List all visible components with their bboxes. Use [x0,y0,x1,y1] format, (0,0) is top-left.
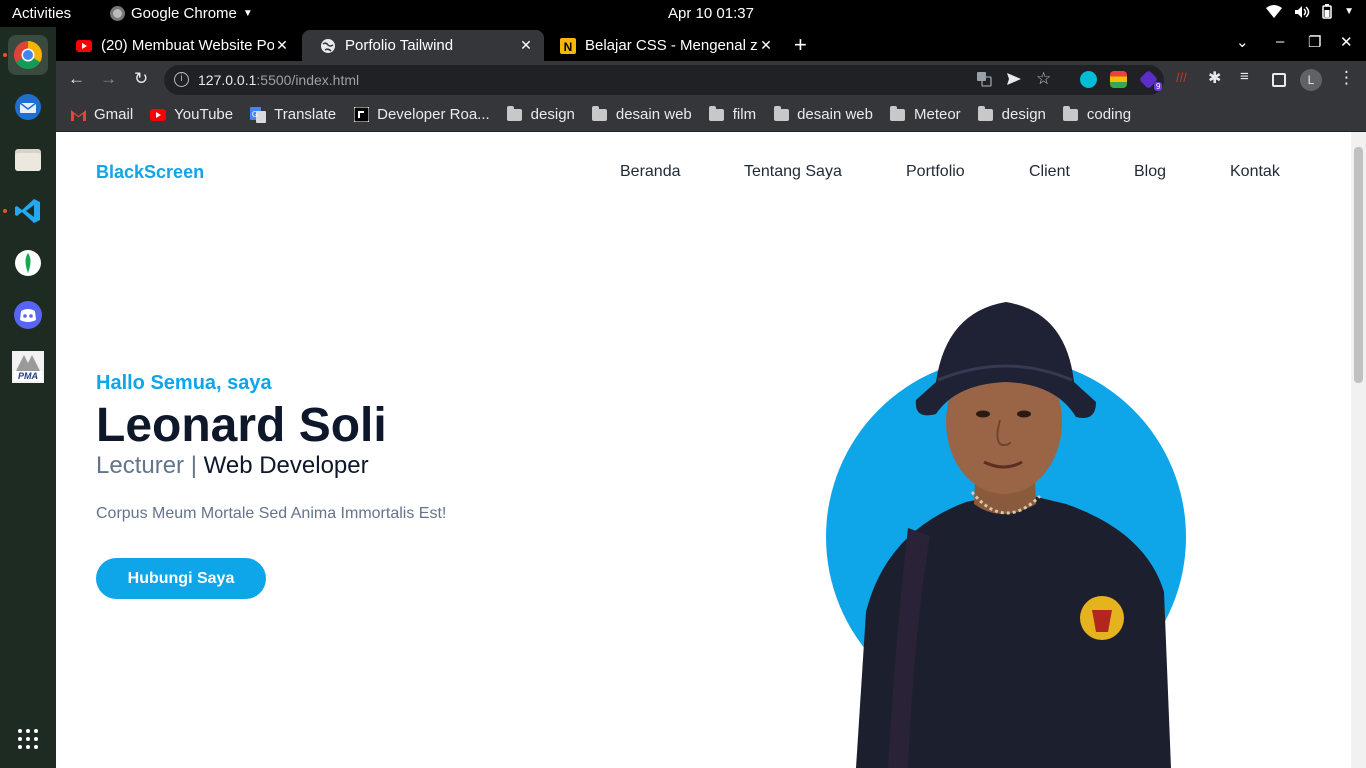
nav-tentang-saya[interactable]: Tentang Saya [744,163,842,181]
maximize-icon[interactable]: ❐ [1308,33,1321,51]
volume-icon [1295,5,1310,18]
youtube-icon [150,107,167,123]
tab-portfolio[interactable]: Porfolio Tailwind ✕ [302,30,544,61]
tab-title: Belajar CSS - Mengenal z-index [585,37,758,54]
tab-title: (20) Membuat Website Portfolio [101,37,274,54]
system-tray[interactable]: ▼ [1266,4,1354,19]
extension-badge-count: 9 [1154,82,1163,91]
bookmark-star-icon[interactable]: ☆ [1036,69,1051,89]
tab-title: Porfolio Tailwind [345,37,454,54]
translate-icon: G [250,106,267,123]
tab-search-chevron-icon[interactable]: ⌄ [1236,33,1249,51]
more-menu-icon[interactable]: ⋮ [1338,68,1355,88]
wifi-icon [1266,4,1283,18]
folder-icon [709,105,725,123]
gmail-icon [70,107,86,123]
globe-icon [320,38,336,54]
svg-text:G: G [252,110,258,119]
bookmark-youtube[interactable]: YouTube [150,106,233,123]
url-text[interactable]: 127.0.0.1:5500/index.html [198,72,359,88]
thunderbird-icon[interactable] [8,87,48,127]
extension-red-icon[interactable]: /// [1176,70,1193,87]
back-arrow-icon[interactable]: ← [68,69,85,89]
dock: PMA [0,27,56,768]
contact-button[interactable]: Hubungi Saya [96,558,266,599]
hero-greeting: Hallo Semua, saya [96,372,272,394]
window-close-icon[interactable]: ✕ [1340,33,1353,51]
scrollbar-thumb[interactable] [1354,147,1363,383]
tab-css[interactable]: N Belajar CSS - Mengenal z-index ✕ [542,30,784,61]
page-scrollbar[interactable] [1351,132,1366,768]
folder-icon [978,105,994,123]
profile-avatar[interactable]: L [1300,69,1322,91]
hero-role: Lecturer | Web Developer [96,452,369,479]
phpmyadmin-icon[interactable]: PMA [8,347,48,387]
folder-icon [507,105,523,123]
close-icon[interactable]: ✕ [518,37,534,54]
folder-icon [890,105,906,123]
hero-name: Leonard Soli [96,399,387,452]
nav-client[interactable]: Client [1029,163,1070,181]
mongodb-icon[interactable] [8,243,48,283]
system-top-bar: Activities Google Chrome ▼ Apr 10 01:37 … [0,0,1366,27]
roadmap-icon [353,107,369,123]
nav-blog[interactable]: Blog [1134,163,1166,181]
extensions-puzzle-icon[interactable]: ✱ [1208,68,1225,87]
new-tab-plus-icon[interactable]: + [794,32,807,58]
bookmark-gmail[interactable]: Gmail [70,106,133,123]
vscode-icon[interactable] [8,191,48,231]
tab-strip: (20) Membuat Website Portfolio ✕ Porfoli… [56,27,1366,61]
discord-icon[interactable] [8,295,48,335]
bookmark-folder-meteor[interactable]: Meteor [890,105,961,123]
bookmark-folder-design-2[interactable]: design [978,105,1046,123]
files-icon[interactable] [8,139,48,179]
side-panel-icon[interactable] [1272,73,1286,87]
folder-icon [773,105,789,123]
media-queue-icon[interactable]: ≡ [1240,68,1257,85]
reload-icon[interactable]: ↻ [134,69,148,89]
youtube-favicon-icon [76,38,92,54]
address-bar[interactable]: i 127.0.0.1:5500/index.html ☆ [164,65,1164,95]
system-menu-caret-icon: ▼ [1344,6,1354,17]
clock[interactable]: Apr 10 01:37 [0,5,1366,22]
site-logo[interactable]: BlackScreen [96,162,204,183]
svg-text:PMA: PMA [18,371,38,381]
close-icon[interactable]: ✕ [274,37,290,54]
nav-beranda[interactable]: Beranda [620,163,681,181]
folder-icon [592,105,608,123]
browser-toolbar: ← → ↻ i 127.0.0.1:5500/index.html ☆ 9 //… [56,61,1366,98]
n-favicon-icon: N [560,37,576,54]
chrome-icon[interactable] [8,35,48,75]
bookmark-folder-desain-web[interactable]: desain web [592,105,692,123]
bookmark-folder-desain-web-2[interactable]: desain web [773,105,873,123]
send-tab-icon[interactable] [1006,71,1022,91]
tab-youtube[interactable]: (20) Membuat Website Portfolio ✕ [58,30,300,61]
translate-page-icon[interactable] [976,71,992,91]
site-info-icon[interactable]: i [174,72,189,87]
extension-stack-icon[interactable] [1110,71,1127,88]
bookmarks-bar: Gmail YouTube G Translate Developer Roa.… [56,98,1366,132]
show-apps-icon[interactable] [8,719,48,759]
extension-m-icon[interactable] [1080,71,1097,88]
bookmark-translate[interactable]: G Translate [250,106,336,123]
minimize-icon[interactable]: – [1276,33,1284,50]
folder-icon [1063,105,1079,123]
hero-portrait [826,302,1186,768]
svg-text:N: N [564,40,573,54]
hero-tagline: Corpus Meum Mortale Sed Anima Immortalis… [96,505,447,522]
bookmark-folder-design[interactable]: design [507,105,575,123]
web-page: BlackScreen Beranda Tentang Saya Portfol… [56,132,1351,768]
nav-kontak[interactable]: Kontak [1230,163,1280,181]
bookmark-developer-roadmap[interactable]: Developer Roa... [353,106,490,123]
nav-portfolio[interactable]: Portfolio [906,163,965,181]
battery-icon [1322,4,1332,19]
close-icon[interactable]: ✕ [758,37,774,54]
bookmark-folder-coding[interactable]: coding [1063,105,1131,123]
forward-arrow-icon[interactable]: → [100,69,117,89]
bookmark-folder-film[interactable]: film [709,105,756,123]
